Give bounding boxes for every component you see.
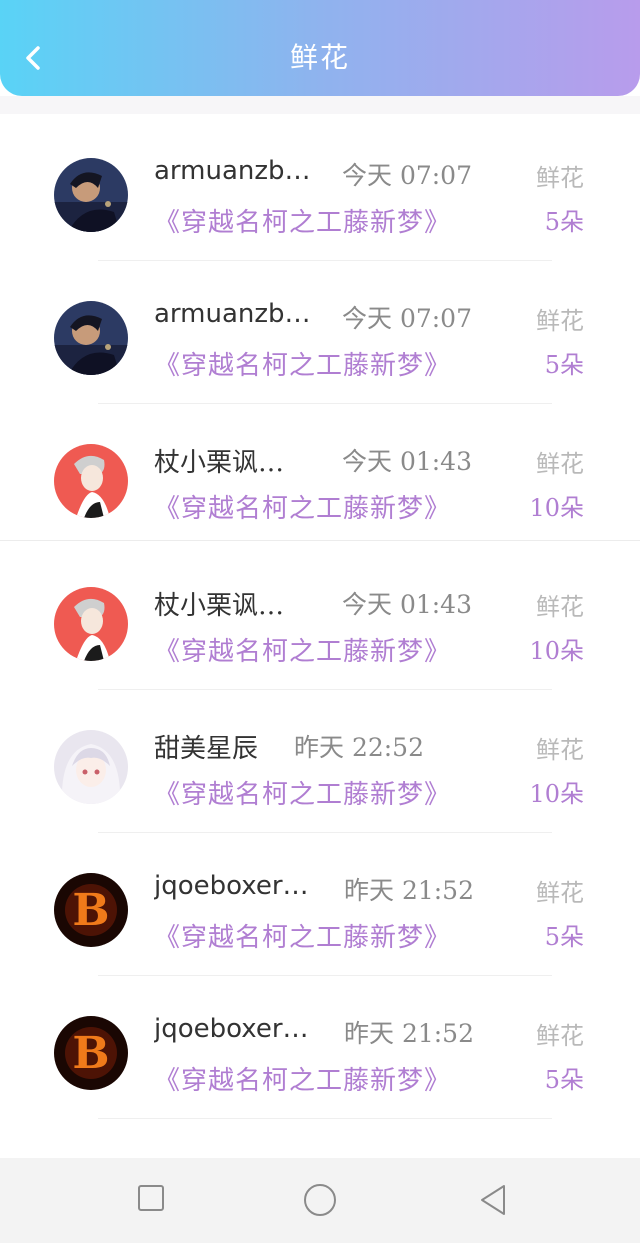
- book-title-link[interactable]: 《穿越名柯之工藤新梦》: [154, 202, 451, 239]
- flower-count: 10朵: [529, 637, 584, 665]
- home-button[interactable]: [302, 1182, 338, 1218]
- system-nav-bar: [0, 1158, 640, 1243]
- back-nav-button[interactable]: [476, 1182, 510, 1218]
- list-item[interactable]: B jqoeboxer… 昨天 21:52 《穿越名柯之工藤新梦》 鲜花 5朵: [0, 976, 640, 1119]
- user-name: 杖小栗讽…: [154, 448, 285, 478]
- flower-count: 10朵: [529, 494, 584, 522]
- timestamp: 今天 01:43: [342, 590, 472, 619]
- book-title-link[interactable]: 《穿越名柯之工藤新梦》: [154, 917, 451, 954]
- flower-label: 鲜花: [536, 307, 584, 335]
- flower-count: 5朵: [544, 208, 584, 236]
- triangle-back-icon: [481, 1185, 505, 1215]
- book-title-link[interactable]: 《穿越名柯之工藤新梦》: [154, 1060, 451, 1097]
- user-name: jqoeboxer…: [154, 1014, 309, 1044]
- avatar: B: [54, 1016, 128, 1090]
- user-name: armuanzb…: [154, 299, 311, 329]
- flower-label: 鲜花: [536, 879, 584, 907]
- book-title-link[interactable]: 《穿越名柯之工藤新梦》: [154, 345, 451, 382]
- page-title: 鲜花: [289, 41, 350, 74]
- recent-apps-button[interactable]: [136, 1183, 166, 1213]
- list-item[interactable]: 甜美星辰 昨天 22:52 《穿越名柯之工藤新梦》 鲜花 10朵: [0, 690, 640, 833]
- book-title-link[interactable]: 《穿越名柯之工藤新梦》: [154, 774, 451, 811]
- timestamp: 今天 07:07: [342, 161, 472, 190]
- timestamp: 今天 01:43: [342, 447, 472, 476]
- book-title-link[interactable]: 《穿越名柯之工藤新梦》: [154, 488, 451, 525]
- list-item[interactable]: armuanzb… 今天 07:07 《穿越名柯之工藤新梦》 鲜花 5朵: [0, 118, 640, 261]
- header-bar: 鲜花: [0, 0, 640, 96]
- avatar: [54, 158, 128, 232]
- flower-label: 鲜花: [536, 593, 584, 621]
- timestamp: 今天 07:07: [342, 304, 472, 333]
- flower-count: 10朵: [529, 780, 584, 808]
- flower-label: 鲜花: [536, 164, 584, 192]
- flower-count: 5朵: [544, 1066, 584, 1094]
- section-divider: [0, 540, 640, 541]
- list-item[interactable]: B jqoeboxer… 昨天 21:52 《穿越名柯之工藤新梦》 鲜花 5朵: [0, 833, 640, 976]
- avatar: [54, 301, 128, 375]
- list-item[interactable]: 杖小栗讽… 今天 01:43 《穿越名柯之工藤新梦》 鲜花 10朵: [0, 547, 640, 690]
- flower-list: armuanzb… 今天 07:07 《穿越名柯之工藤新梦》 鲜花 5朵 arm…: [0, 118, 640, 1119]
- avatar: [54, 730, 128, 804]
- flower-count: 5朵: [544, 923, 584, 951]
- flower-label: 鲜花: [536, 736, 584, 764]
- row-divider: [98, 1118, 552, 1119]
- avatar: B: [54, 873, 128, 947]
- avatar: [54, 587, 128, 661]
- circle-home-icon: [304, 1184, 336, 1216]
- user-name: 杖小栗讽…: [154, 591, 285, 621]
- user-name: armuanzb…: [154, 156, 311, 186]
- book-title-link[interactable]: 《穿越名柯之工藤新梦》: [154, 631, 451, 668]
- timestamp: 昨天 21:52: [344, 876, 474, 905]
- svg-text:B: B: [72, 885, 109, 936]
- header-gap: [0, 96, 640, 114]
- user-name: jqoeboxer…: [154, 871, 309, 901]
- timestamp: 昨天 21:52: [344, 1019, 474, 1048]
- flower-count: 5朵: [544, 351, 584, 379]
- timestamp: 昨天 22:52: [294, 733, 424, 762]
- svg-text:B: B: [72, 1028, 109, 1079]
- list-item[interactable]: armuanzb… 今天 07:07 《穿越名柯之工藤新梦》 鲜花 5朵: [0, 261, 640, 404]
- flower-label: 鲜花: [536, 1022, 584, 1050]
- square-recent-apps-icon: [138, 1185, 164, 1211]
- flower-label: 鲜花: [536, 450, 584, 478]
- avatar: [54, 444, 128, 518]
- list-item[interactable]: 杖小栗讽… 今天 01:43 《穿越名柯之工藤新梦》 鲜花 10朵: [0, 404, 640, 547]
